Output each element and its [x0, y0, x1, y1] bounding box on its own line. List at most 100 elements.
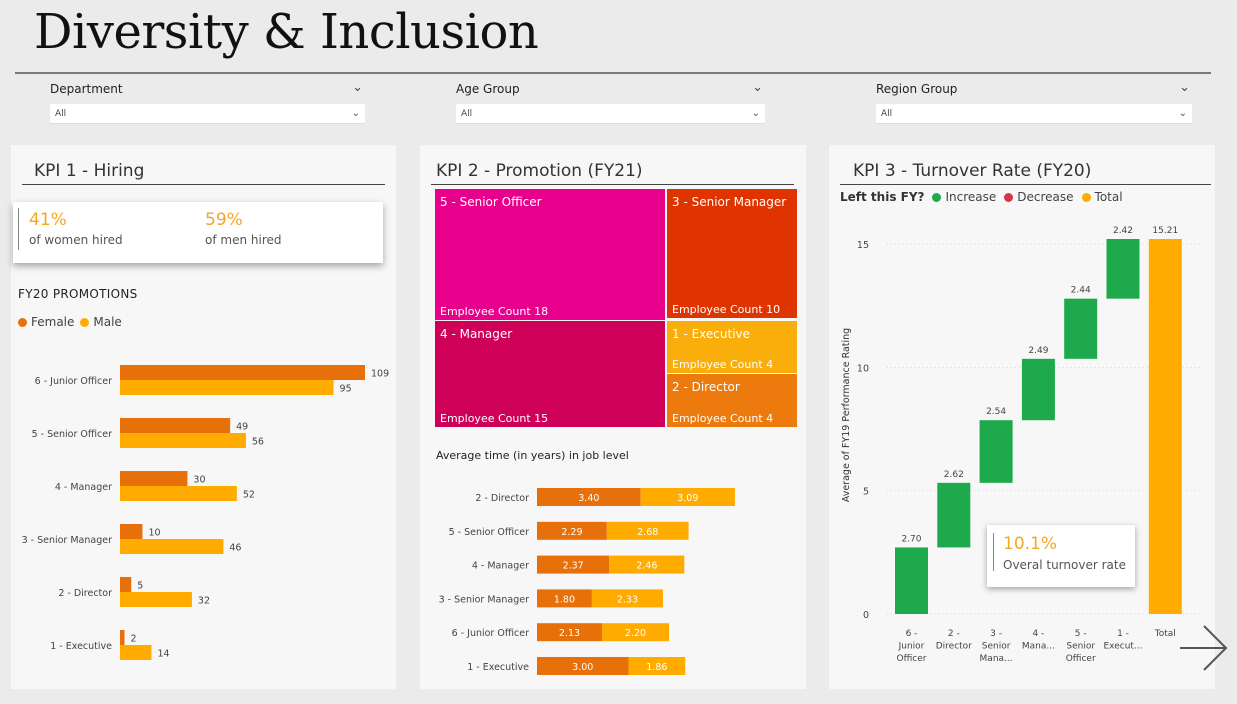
x-tick-label: Junior [898, 642, 925, 652]
data-label: 2.54 [986, 407, 1006, 417]
treemap-tile-count: Employee Count 18 [440, 305, 549, 318]
category-label: 2 - Director [58, 588, 112, 599]
female-legend-label: Female [31, 315, 75, 329]
treemap-tile-manager[interactable]: 4 - Manager Employee Count 15 [435, 321, 665, 427]
data-label: 2.29 [561, 527, 582, 538]
treemap-tile-director[interactable]: 2 - Director Employee Count 4 [667, 374, 797, 427]
bar-male [120, 592, 192, 607]
x-tick-label: Execut... [1103, 642, 1142, 652]
region-group-slicer[interactable]: Region Group ⌄ All ⌄ [876, 80, 1192, 124]
x-tick-label: Senior [1066, 642, 1095, 652]
card-accent-bar [993, 533, 994, 571]
chevron-down-icon: ⌄ [1178, 108, 1187, 119]
kpi3-title: KPI 3 - Turnover Rate (FY20) [853, 161, 1092, 181]
treemap-tile-senior-officer[interactable]: 5 - Senior Officer Employee Count 18 [435, 189, 665, 320]
x-tick-label: Officer [1066, 654, 1096, 664]
waterfall-bar [979, 420, 1013, 483]
x-tick-label: Mana... [980, 654, 1013, 664]
region-group-dropdown[interactable]: All ⌄ [876, 104, 1192, 124]
treemap-tile-name: 1 - Executive [672, 327, 751, 341]
data-label: 3.00 [572, 662, 593, 673]
department-dropdown[interactable]: All ⌄ [50, 104, 365, 124]
chevron-down-icon: ⌄ [751, 108, 760, 119]
x-tick-label: 3 - [990, 629, 1002, 639]
treemap-tile-count: Employee Count 4 [672, 412, 774, 425]
x-tick-label: 1 - [1117, 629, 1129, 639]
page-title: Diversity & Inclusion [34, 4, 539, 60]
turnover-rate-card[interactable]: 10.1% Overal turnover rate [987, 525, 1135, 587]
age-group-value: All [461, 109, 473, 119]
data-label: 2.49 [1028, 346, 1048, 356]
data-label: 3.09 [677, 493, 698, 504]
bar-female [120, 471, 188, 486]
chevron-down-icon[interactable]: ⌄ [752, 80, 763, 95]
region-group-slicer-label: Region Group [876, 82, 958, 96]
total-legend-label: Total [1094, 190, 1123, 204]
legend-prefix: Left this FY? [840, 190, 925, 204]
data-label: 2.33 [617, 594, 638, 605]
treemap-tile-name: 5 - Senior Officer [440, 195, 542, 209]
waterfall-bar [1064, 298, 1098, 359]
bar-male [120, 645, 152, 660]
chevron-down-icon[interactable]: ⌄ [1179, 80, 1190, 95]
data-label: 30 [193, 475, 205, 486]
data-label: 2.42 [1113, 226, 1133, 236]
data-label: 2.68 [637, 527, 658, 538]
data-label: 1.80 [554, 594, 575, 605]
data-label: 2 [130, 634, 136, 645]
age-group-dropdown[interactable]: All ⌄ [456, 104, 765, 124]
total-legend-dot [1081, 192, 1091, 202]
data-label: 3.40 [578, 493, 599, 504]
department-slicer[interactable]: Department ⌄ All ⌄ [50, 80, 365, 124]
turnover-legend: Left this FY? Increase Decrease Total [840, 190, 1123, 204]
waterfall-bar [937, 482, 971, 548]
male-legend-dot [80, 317, 90, 327]
bar-female [120, 418, 231, 433]
treemap-tile-count: Employee Count 4 [672, 358, 774, 371]
bar-female [120, 524, 143, 539]
age-group-slicer-label: Age Group [456, 82, 520, 96]
data-label: 49 [236, 422, 248, 433]
data-label: 1.86 [646, 662, 667, 673]
arrow-right-icon[interactable] [1176, 620, 1232, 676]
data-label: 2.44 [1071, 286, 1091, 296]
kpi2-title-rule [431, 184, 794, 185]
male-legend-label: Male [93, 315, 122, 329]
treemap-tile-count: Employee Count 10 [672, 303, 781, 316]
avg-time-stacked-bar-chart: 2 - Director 3.40 3.09 5 - Senior Officer 2.… [439, 488, 735, 675]
women-hired-value: 41% [29, 210, 67, 230]
x-tick-label: 6 - [906, 629, 918, 639]
x-tick-label: Mana... [1022, 642, 1055, 652]
data-label: 95 [340, 384, 352, 395]
treemap-tile-executive[interactable]: 1 - Executive Employee Count 4 [667, 321, 797, 373]
increase-legend-dot [932, 192, 942, 202]
treemap-tile-senior-manager[interactable]: 3 - Senior Manager Employee Count 10 [667, 189, 797, 318]
bar-male [120, 380, 334, 395]
category-label: 5 - Senior Officer [449, 527, 530, 538]
men-hired-label: of men hired [205, 233, 282, 247]
data-label: 46 [229, 543, 241, 554]
promotions-bar-chart: 6 - Junior Officer 109 95 5 - Senior Office… [22, 365, 389, 660]
y-tick-label: 5 [863, 487, 869, 498]
data-label: 2.62 [944, 470, 964, 480]
data-label: 52 [243, 490, 255, 501]
kpi1-title: KPI 1 - Hiring [34, 161, 145, 181]
data-label: 2.20 [625, 628, 646, 639]
chevron-down-icon: ⌄ [351, 108, 360, 119]
age-group-slicer[interactable]: Age Group ⌄ All ⌄ [456, 80, 765, 124]
hiring-card[interactable]: 41% of women hired 59% of men hired [13, 202, 383, 263]
turnover-rate-value: 10.1% [1003, 534, 1058, 554]
data-label: 14 [157, 649, 169, 660]
avg-time-section-title: Average time (in years) in job level [436, 449, 629, 462]
data-label: 5 [137, 581, 143, 592]
x-tick-label: Senior [982, 642, 1011, 652]
data-label: 32 [198, 596, 210, 607]
data-label: 2.37 [563, 561, 584, 572]
data-label: 15.21 [1152, 226, 1178, 236]
x-tick-label: 4 - [1032, 629, 1044, 639]
chevron-down-icon[interactable]: ⌄ [352, 80, 363, 95]
treemap-tile-count: Employee Count 15 [440, 412, 549, 425]
bar-female [120, 630, 125, 645]
category-label: 1 - Executive [50, 641, 112, 652]
y-tick-label: 10 [857, 363, 869, 374]
